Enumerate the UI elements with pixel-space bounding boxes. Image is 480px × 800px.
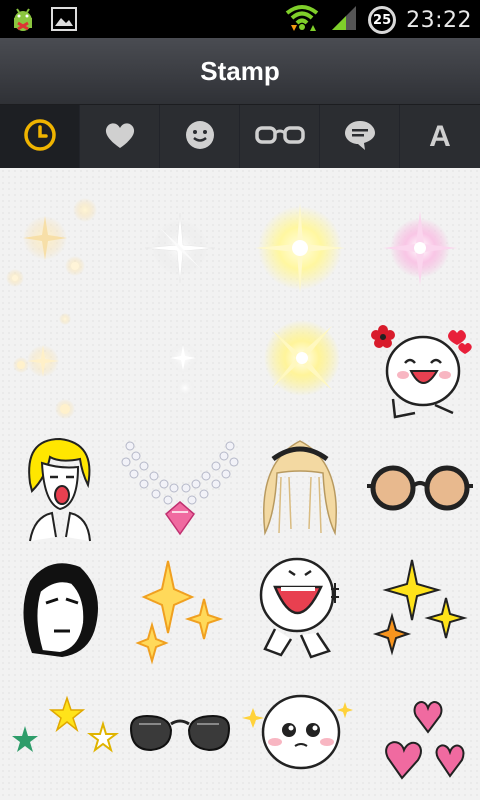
smiley-icon — [183, 118, 217, 156]
signal-icon — [330, 4, 358, 36]
hearts-stamp[interactable] — [360, 668, 480, 788]
round-glasses-stamp[interactable] — [360, 428, 480, 548]
category-tab-bar: A — [0, 104, 480, 169]
clock-icon — [22, 117, 58, 157]
stars-stamp[interactable] — [0, 668, 120, 788]
glasses-icon — [254, 123, 306, 151]
tab-favorites[interactable] — [80, 105, 160, 169]
blonde-wig-stamp[interactable] — [240, 428, 360, 548]
battery-level: 25 — [373, 12, 392, 28]
heart-icon — [103, 120, 137, 154]
scattered-sparkles-stamp[interactable] — [0, 308, 120, 428]
tab-recent[interactable] — [0, 105, 80, 169]
tab-speech[interactable] — [320, 105, 400, 169]
teary-face-stamp[interactable] — [240, 668, 360, 788]
white-sparkle-stamp[interactable] — [120, 188, 240, 308]
status-bar: 25 23:22 — [0, 0, 480, 38]
yellow-sparkle-stamp[interactable] — [240, 188, 360, 308]
sunglasses-stamp[interactable] — [120, 668, 240, 788]
white-small-sparkles-stamp[interactable] — [120, 308, 240, 428]
stamp-grid — [0, 168, 480, 788]
sparkle-cluster-stamp[interactable] — [0, 188, 120, 308]
laughing-pointing-stamp[interactable] — [240, 548, 360, 668]
flower-girl-laughing-stamp[interactable] — [360, 308, 480, 428]
gold-sparkles-stamp[interactable] — [120, 548, 240, 668]
image-notification-icon — [50, 6, 78, 36]
battery-icon: 25 — [368, 6, 397, 34]
yellow-x-sparkle-stamp[interactable] — [240, 308, 360, 428]
clock: 23:22 — [406, 7, 472, 33]
page-title: Stamp — [200, 55, 280, 86]
stamp-grid-area[interactable] — [0, 168, 480, 800]
pink-sparkle-stamp[interactable] — [360, 188, 480, 308]
yellow-orange-sparkles-stamp[interactable] — [360, 548, 480, 668]
tab-faces[interactable] — [160, 105, 240, 169]
wifi-icon — [284, 3, 320, 37]
title-bar: Stamp — [0, 38, 480, 104]
pearl-necklace-stamp[interactable] — [120, 428, 240, 548]
android-debug-icon — [8, 4, 38, 38]
tab-text[interactable]: A — [400, 105, 480, 169]
speech-bubble-icon — [343, 118, 377, 156]
blonde-face-stamp[interactable] — [0, 428, 120, 548]
stern-face-stamp[interactable] — [0, 548, 120, 668]
text-icon: A — [429, 120, 451, 153]
tab-accessories[interactable] — [240, 105, 320, 169]
